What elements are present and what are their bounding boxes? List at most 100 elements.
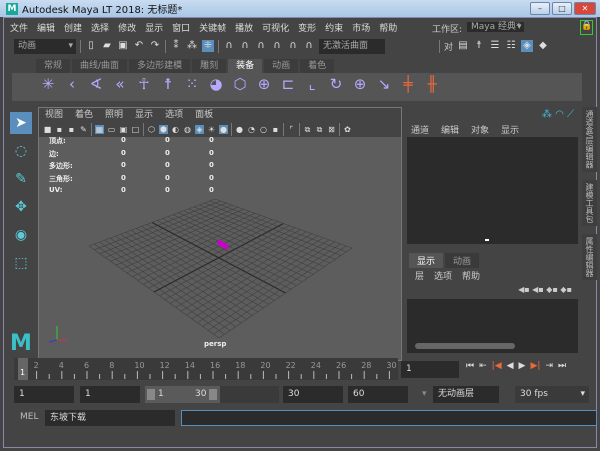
menu-item[interactable]: 播放 [235, 21, 253, 34]
command-language[interactable]: MEL [20, 412, 38, 422]
shelf-tab[interactable]: 动画 [264, 59, 299, 73]
next-key-icon[interactable]: ▶| [530, 361, 540, 371]
lasso-tool-icon[interactable]: ◌ [10, 140, 32, 162]
channel-box-area[interactable] [407, 137, 578, 244]
lattice-icon[interactable]: ⬡ [232, 77, 248, 96]
time-slider[interactable]: 2 4 6 8 10 12 14 16 18 20 22 24 26 28 30 1 [14, 358, 398, 380]
menu-item[interactable]: 编辑 [37, 21, 55, 34]
render-settings-icon[interactable]: ☰ [489, 40, 501, 52]
menu-set-dropdown[interactable]: 动画 ▾ [14, 38, 76, 54]
menu-item[interactable]: 文件 [10, 21, 28, 34]
undo-icon[interactable]: ↶ [133, 40, 145, 52]
channel-box-menu-item[interactable]: 对象 [471, 123, 489, 136]
open-scene-icon[interactable]: ▰ [101, 40, 113, 52]
layer-editor-menu-item[interactable]: 帮助 [462, 269, 480, 282]
minimize-button[interactable]: – [530, 2, 550, 15]
menu-item[interactable]: 选择 [91, 21, 109, 34]
maximize-button[interactable]: □ [552, 2, 572, 15]
scale-tool-icon[interactable]: ⬚ [10, 252, 32, 274]
snap-live-icon[interactable]: ∩ [303, 40, 315, 52]
shelf-tab[interactable]: 装备 [228, 59, 263, 73]
channel-box-menu-item[interactable]: 编辑 [441, 123, 459, 136]
quick-rig-icon[interactable]: ☨ [160, 77, 176, 96]
step-forward-icon[interactable]: ⇥ [545, 361, 553, 371]
channel-box-icons[interactable]: ⁂ ◠ ⟋ [542, 109, 574, 120]
ipr-icon[interactable]: ☨ [473, 40, 485, 52]
bind-skin-icon[interactable]: ⁙ [184, 77, 200, 96]
shelf-tab[interactable]: 着色 [300, 59, 335, 73]
aim-constraint-icon[interactable]: ⊕ [352, 77, 368, 96]
layer-editor-tab[interactable]: 动画 [445, 253, 480, 268]
rotate-tool-icon[interactable]: ◉ [10, 224, 32, 246]
side-tab[interactable]: 属性编辑器 [582, 233, 597, 280]
menu-item[interactable]: 窗口 [172, 21, 190, 34]
select-component-icon[interactable]: ⁜ [202, 40, 214, 52]
play-back-icon[interactable]: ◀ [507, 361, 514, 371]
menu-item[interactable]: 变形 [298, 21, 316, 34]
channel-box-menu-item[interactable]: 显示 [501, 123, 519, 136]
toggle-panel-icon[interactable]: ◈ [521, 40, 534, 52]
prev-key-icon[interactable]: |◀ [492, 361, 502, 371]
start-time-field[interactable]: 1 [14, 386, 74, 403]
live-surface-field[interactable]: 无激活曲面 [319, 38, 385, 54]
range-slider[interactable]: 1 30 [145, 386, 279, 403]
playback-end-field[interactable]: 30 [283, 386, 343, 403]
snap-point-icon[interactable]: ∩ [255, 40, 267, 52]
tag-icon[interactable]: ◆ [537, 40, 549, 52]
command-result-field[interactable] [181, 410, 597, 426]
layer-editor-tab[interactable]: 显示 [409, 253, 444, 268]
layer-editor-menu-item[interactable]: 选项 [434, 269, 452, 282]
range-end-handle[interactable] [209, 389, 217, 400]
lock-icon[interactable]: 🔒 [580, 20, 593, 35]
step-back-key-icon[interactable]: ⇤ [479, 361, 487, 371]
menu-item[interactable]: 修改 [118, 21, 136, 34]
play-forward-icon[interactable]: ▶ [519, 361, 526, 371]
command-line-input[interactable]: 东坡下载 [45, 410, 175, 426]
close-button[interactable]: ✕ [574, 2, 596, 15]
go-to-start-icon[interactable]: ⏮ [466, 361, 474, 371]
redo-icon[interactable]: ↷ [149, 40, 161, 52]
end-time-field[interactable]: 60 [348, 386, 408, 403]
new-scene-icon[interactable]: ▯ [85, 40, 97, 52]
anim-layer-field[interactable]: 无动画层 [433, 386, 499, 403]
snap-view-icon[interactable]: ∩ [271, 40, 283, 52]
cluster-icon[interactable]: ⊕ [256, 77, 272, 96]
select-object-icon[interactable]: ⁂ [186, 40, 198, 52]
select-tool-icon[interactable]: ➤ [10, 112, 32, 134]
shelf-tab[interactable]: 曲线/曲面 [72, 59, 128, 73]
current-frame-field[interactable]: 1 [401, 361, 459, 378]
layer-list[interactable] [407, 299, 578, 353]
remove-influence-icon[interactable]: ╫ [424, 77, 440, 96]
shelf-tab[interactable]: 多边形建模 [129, 59, 191, 73]
side-tab[interactable]: 通道盒/层编辑器 [582, 107, 597, 172]
move-tool-icon[interactable]: ✥ [10, 196, 32, 218]
joint-icon[interactable]: ✳ [40, 77, 56, 96]
horizontal-scrollbar[interactable] [415, 343, 515, 349]
menu-item[interactable]: 帮助 [379, 21, 397, 34]
paint-select-icon[interactable]: ✎ [10, 168, 32, 190]
layer-buttons[interactable]: ◀▪ ◀▪ ◆▪ ◆▪ [518, 285, 572, 294]
fps-dropdown[interactable]: 30 fps ▾ [515, 386, 589, 403]
snap-surface-icon[interactable]: ∩ [287, 40, 299, 52]
mirror-joint-icon[interactable]: « [112, 77, 128, 96]
add-influence-icon[interactable]: ╪ [400, 77, 416, 96]
shelf-tab[interactable]: 常规 [36, 59, 71, 73]
snap-grid-icon[interactable]: ∩ [223, 40, 235, 52]
shelf-tab[interactable]: 雕刻 [192, 59, 227, 73]
ik-spline-icon[interactable]: ∢ [88, 77, 104, 96]
orient-constraint-icon[interactable]: ↻ [328, 77, 344, 96]
layer-editor-menu-item[interactable]: 层 [415, 269, 424, 282]
render-icon[interactable]: ▤ [457, 40, 469, 52]
point-constraint-icon[interactable]: ⌞ [304, 77, 320, 96]
ik-handle-icon[interactable]: ‹ [64, 77, 80, 96]
menu-item[interactable]: 关键帧 [199, 21, 226, 34]
parent-constraint-icon[interactable]: ⊏ [280, 77, 296, 96]
workspace-dropdown[interactable]: Maya 经典* ▾ [467, 22, 525, 32]
go-to-end-icon[interactable]: ⏭ [558, 361, 566, 371]
anim-layer-arrow-icon[interactable]: ▾ [422, 389, 427, 399]
menu-item[interactable]: 市场 [352, 21, 370, 34]
selected-object[interactable] [217, 239, 229, 250]
menu-item[interactable]: 显示 [145, 21, 163, 34]
side-tab[interactable]: 建模工具包 [582, 179, 597, 226]
symmetry-label[interactable]: 对 [444, 40, 453, 53]
